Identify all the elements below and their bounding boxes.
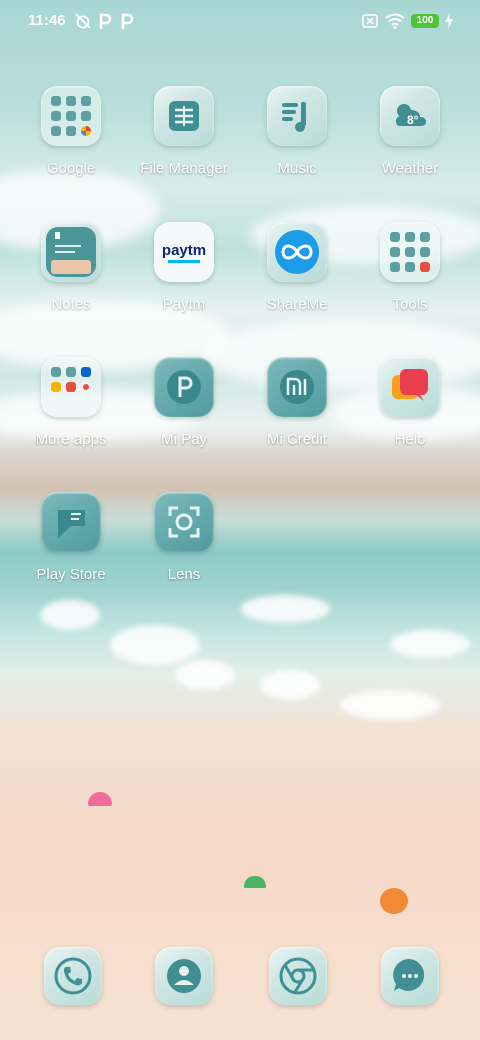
app-label-paytm: Paytm	[162, 296, 206, 313]
app-file-manager[interactable]: File Manager	[124, 86, 244, 177]
weather-icon: 8°	[380, 86, 440, 146]
weather-temperature: 8°	[407, 113, 419, 127]
app-label-mi-pay: Mi Pay	[161, 431, 207, 448]
app-google-folder[interactable]: Google	[11, 86, 131, 177]
app-mi-credit[interactable]: Mi Credit	[237, 357, 357, 448]
app-label-play-store: Play Store	[36, 566, 106, 583]
paytm-logo-underline	[168, 260, 200, 263]
app-lens[interactable]: Lens	[124, 492, 244, 583]
status-bar: 11:46 100	[0, 0, 480, 44]
app-label-shareme: ShareMe	[266, 296, 328, 313]
app-label-file-manager: File Manager	[140, 160, 228, 177]
messages-icon	[381, 947, 439, 1005]
app-label-helo: Helo	[394, 431, 426, 448]
app-mi-pay[interactable]: Mi Pay	[124, 357, 244, 448]
paytm-notification-icon	[120, 12, 134, 35]
umbrella-green	[244, 876, 266, 888]
app-label-more-apps: More apps	[35, 431, 107, 448]
umbrella-pink	[88, 792, 112, 806]
app-label-mi-credit: Mi Credit	[266, 431, 327, 448]
app-label-notes: Notes	[51, 296, 91, 313]
folder-icon	[41, 86, 101, 146]
notes-icon	[41, 222, 101, 282]
battery-icon: 100	[411, 14, 439, 28]
app-more-apps-folder[interactable]: More apps	[11, 357, 131, 448]
mi-pay-icon	[154, 357, 214, 417]
paytm-notification-icon	[98, 12, 112, 35]
app-label-lens: Lens	[167, 566, 201, 583]
app-label-tools: Tools	[392, 296, 428, 313]
mi-credit-icon	[267, 357, 327, 417]
app-weather[interactable]: 8° Weather	[350, 86, 470, 177]
app-notes[interactable]: Notes	[11, 222, 131, 313]
lens-icon	[154, 492, 214, 552]
folder-icon	[380, 222, 440, 282]
folder-icon	[41, 357, 101, 417]
dock-chrome[interactable]	[238, 947, 358, 1005]
file-manager-icon	[154, 86, 214, 146]
clock: 11:46	[28, 12, 66, 29]
paytm-logo: paytm	[161, 242, 207, 259]
chrome-icon	[269, 947, 327, 1005]
charging-icon	[444, 13, 454, 34]
app-paytm[interactable]: paytm Paytm	[124, 222, 244, 313]
shareme-icon	[267, 222, 327, 282]
app-play-store[interactable]: Play Store	[11, 492, 131, 583]
wifi-icon	[385, 13, 405, 34]
app-tools-folder[interactable]: Tools	[350, 222, 470, 313]
alarm-off-icon	[74, 12, 92, 35]
dock-phone[interactable]	[13, 947, 133, 1005]
dock-messages[interactable]	[350, 947, 470, 1005]
play-store-icon	[41, 492, 101, 552]
contacts-icon	[155, 947, 213, 1005]
app-label-weather: Weather	[381, 160, 439, 177]
phone-icon	[44, 947, 102, 1005]
dock-contacts[interactable]	[124, 947, 244, 1005]
umbrella-orange	[380, 888, 408, 914]
app-label-google: Google	[46, 160, 96, 177]
app-label-music: Music	[277, 160, 317, 177]
music-icon	[267, 86, 327, 146]
app-helo[interactable]: Helo	[350, 357, 470, 448]
app-shareme[interactable]: ShareMe	[237, 222, 357, 313]
sim-off-icon	[362, 14, 378, 33]
paytm-icon: paytm	[154, 222, 214, 282]
helo-icon	[380, 357, 440, 417]
app-music[interactable]: Music	[237, 86, 357, 177]
